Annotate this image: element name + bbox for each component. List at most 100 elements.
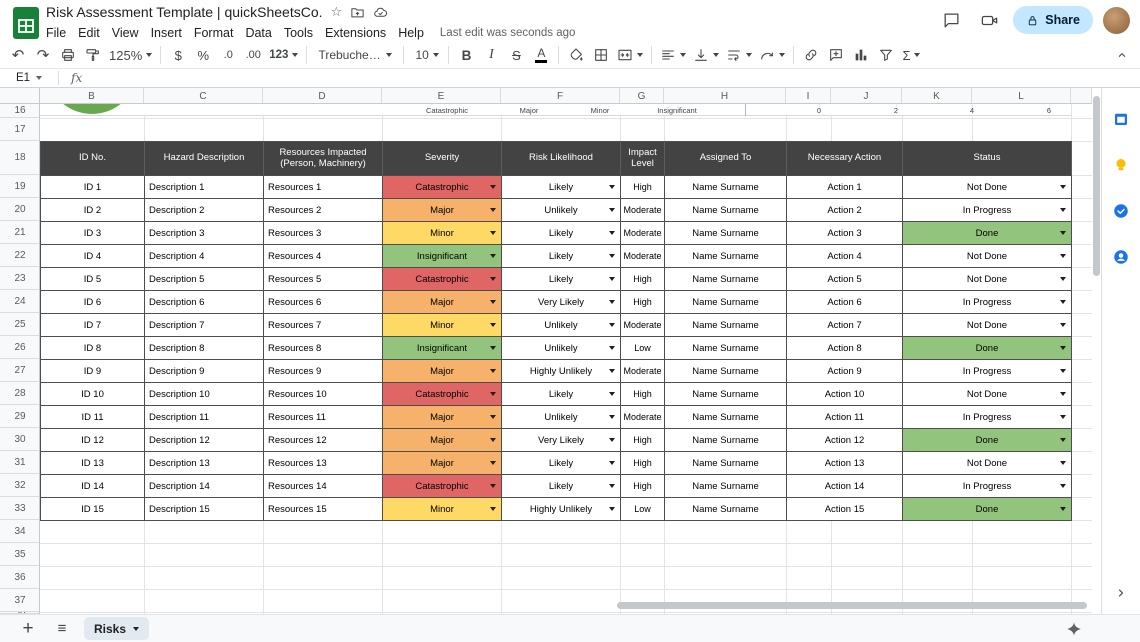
dropdown-arrow-icon[interactable]	[609, 300, 615, 304]
cell-likelihood[interactable]: Likely	[502, 383, 621, 406]
table-header-status[interactable]: Status	[903, 142, 1072, 176]
dropdown-arrow-icon[interactable]	[490, 300, 496, 304]
column-header-B[interactable]: B	[40, 88, 144, 104]
cell-description[interactable]: Description 12	[145, 429, 264, 452]
zoom-dropdown[interactable]: 125%	[106, 44, 155, 66]
row-header-31[interactable]: 31	[0, 451, 40, 474]
cell-severity[interactable]: Catastrophic	[383, 475, 502, 498]
column-header-E[interactable]: E	[382, 88, 501, 104]
cell-likelihood[interactable]: Very Likely	[502, 429, 621, 452]
dropdown-arrow-icon[interactable]	[609, 507, 615, 511]
row-header-28[interactable]: 28	[0, 382, 40, 405]
horizontal-scrollbar[interactable]	[617, 602, 1087, 609]
dropdown-arrow-icon[interactable]	[609, 346, 615, 350]
text-wrap-button[interactable]	[723, 44, 755, 66]
dropdown-arrow-icon[interactable]	[490, 461, 496, 465]
move-folder-icon[interactable]	[350, 5, 365, 20]
dropdown-arrow-icon[interactable]	[490, 208, 496, 212]
cell-likelihood[interactable]: Highly Unlikely	[502, 360, 621, 383]
cell-action[interactable]: Action 8	[787, 337, 903, 360]
dropdown-arrow-icon[interactable]	[1060, 438, 1066, 442]
cell-description[interactable]: Description 7	[145, 314, 264, 337]
menu-edit[interactable]: Edit	[72, 24, 106, 42]
dropdown-arrow-icon[interactable]	[1060, 277, 1066, 281]
severity-axis-chart-fragment[interactable]: Catastrophic Major Minor Insignificant	[387, 104, 745, 116]
row-header-23[interactable]: 23	[0, 267, 40, 290]
dropdown-arrow-icon[interactable]	[490, 254, 496, 258]
cell-impact[interactable]: Moderate	[621, 222, 665, 245]
cell-severity[interactable]: Minor	[383, 222, 502, 245]
format-percent-button[interactable]: %	[191, 44, 215, 66]
cell-assigned[interactable]: Name Surname	[665, 475, 787, 498]
cell-resources[interactable]: Resources 4	[264, 245, 383, 268]
table-header-severity[interactable]: Severity	[383, 142, 502, 176]
cell-assigned[interactable]: Name Surname	[665, 222, 787, 245]
cell-action[interactable]: Action 15	[787, 498, 903, 521]
dropdown-arrow-icon[interactable]	[1060, 392, 1066, 396]
dropdown-arrow-icon[interactable]	[490, 277, 496, 281]
cell-action[interactable]: Action 4	[787, 245, 903, 268]
cell-status[interactable]: In Progress	[903, 199, 1072, 222]
cell-impact[interactable]: Moderate	[621, 406, 665, 429]
cell-assigned[interactable]: Name Surname	[665, 429, 787, 452]
cell-id[interactable]: ID 5	[41, 268, 145, 291]
cell-description[interactable]: Description 11	[145, 406, 264, 429]
cell-severity[interactable]: Major	[383, 291, 502, 314]
cell-severity[interactable]: Catastrophic	[383, 268, 502, 291]
row-header-34[interactable]: 34	[0, 520, 40, 543]
cell-assigned[interactable]: Name Surname	[665, 268, 787, 291]
horizontal-align-button[interactable]	[657, 44, 689, 66]
avatar[interactable]	[1103, 7, 1130, 34]
cell-likelihood[interactable]: Highly Unlikely	[502, 498, 621, 521]
column-header-L[interactable]: L	[972, 88, 1071, 104]
cell-severity[interactable]: Insignificant	[383, 245, 502, 268]
cell-resources[interactable]: Resources 8	[264, 337, 383, 360]
dropdown-arrow-icon[interactable]	[609, 277, 615, 281]
cell-description[interactable]: Description 6	[145, 291, 264, 314]
grid-canvas[interactable]: Catastrophic Major Minor Insignificant 0…	[40, 104, 1092, 614]
cloud-status-icon[interactable]	[373, 5, 388, 20]
cell-impact[interactable]: High	[621, 429, 665, 452]
dropdown-arrow-icon[interactable]	[1060, 323, 1066, 327]
dropdown-arrow-icon[interactable]	[609, 484, 615, 488]
dropdown-arrow-icon[interactable]	[609, 231, 615, 235]
row-header-30[interactable]: 30	[0, 428, 40, 451]
cell-resources[interactable]: Resources 13	[264, 452, 383, 475]
dropdown-arrow-icon[interactable]	[609, 461, 615, 465]
paint-format-button[interactable]	[81, 44, 105, 66]
cell-assigned[interactable]: Name Surname	[665, 314, 787, 337]
menu-help[interactable]: Help	[392, 24, 430, 42]
dropdown-arrow-icon[interactable]	[609, 415, 615, 419]
column-header-I[interactable]: I	[786, 88, 831, 104]
cell-action[interactable]: Action 12	[787, 429, 903, 452]
sheet-tab-risks[interactable]: Risks	[84, 617, 149, 640]
dropdown-arrow-icon[interactable]	[490, 185, 496, 189]
comment-history-icon[interactable]	[937, 6, 965, 34]
cell-resources[interactable]: Resources 6	[264, 291, 383, 314]
functions-button[interactable]: Σ	[899, 44, 923, 66]
cell-severity[interactable]: Insignificant	[383, 337, 502, 360]
cell-status[interactable]: Not Done	[903, 176, 1072, 199]
cell-resources[interactable]: Resources 3	[264, 222, 383, 245]
cell-resources[interactable]: Resources 11	[264, 406, 383, 429]
cell-impact[interactable]: Moderate	[621, 314, 665, 337]
row-header-33[interactable]: 33	[0, 497, 40, 520]
menu-extensions[interactable]: Extensions	[319, 24, 392, 42]
dropdown-arrow-icon[interactable]	[1060, 208, 1066, 212]
cell-status[interactable]: In Progress	[903, 360, 1072, 383]
column-header-C[interactable]: C	[144, 88, 263, 104]
insert-chart-button[interactable]	[849, 44, 873, 66]
cell-status[interactable]: In Progress	[903, 475, 1072, 498]
cell-status[interactable]: Not Done	[903, 314, 1072, 337]
format-currency-button[interactable]: $	[166, 44, 190, 66]
increase-decimal-button[interactable]: .00	[241, 44, 265, 66]
menu-data[interactable]: Data	[239, 24, 277, 42]
table-header-action[interactable]: Necessary Action	[787, 142, 903, 176]
cell-action[interactable]: Action 2	[787, 199, 903, 222]
collapse-toolbar-button[interactable]	[1110, 44, 1134, 66]
table-header-resources[interactable]: Resources Impacted (Person, Machinery)	[264, 142, 383, 176]
cell-id[interactable]: ID 4	[41, 245, 145, 268]
cell-status[interactable]: In Progress	[903, 406, 1072, 429]
row-header-36[interactable]: 36	[0, 566, 40, 589]
cell-likelihood[interactable]: Unlikely	[502, 314, 621, 337]
